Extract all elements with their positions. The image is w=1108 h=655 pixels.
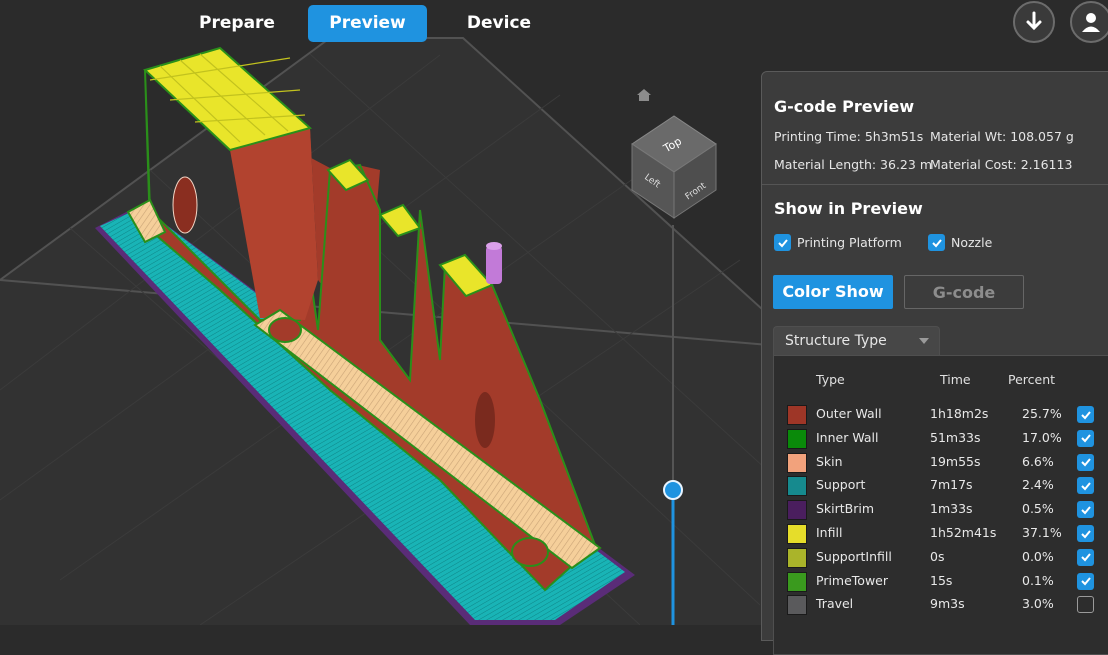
table-row: Travel 9m3s 3.0% [774, 593, 1108, 617]
structure-table: Type Time Percent Outer Wall 1h18m2s 25.7%… [773, 355, 1108, 655]
row-type: Travel [816, 596, 854, 612]
row-type: Inner Wall [816, 429, 879, 445]
row-time: 1m33s [930, 501, 973, 517]
table-row: SupportInfill 0s 0.0% [774, 546, 1108, 570]
material-weight: Material Wt: 108.057 g [930, 129, 1074, 144]
table-row: Inner Wall 51m33s 17.0% [774, 427, 1108, 451]
check-icon [1080, 482, 1091, 491]
row-type: SupportInfill [816, 548, 892, 564]
chevron-down-icon [919, 338, 929, 344]
layer-slider-handle[interactable] [663, 480, 683, 500]
panel-title: G-code Preview [774, 97, 915, 116]
download-button[interactable] [1013, 1, 1055, 43]
divider [762, 184, 1108, 185]
color-swatch [787, 500, 807, 521]
download-icon [1026, 11, 1042, 31]
material-cost: Material Cost: 2.16113 [930, 157, 1073, 172]
row-type: Infill [816, 525, 843, 540]
row-percent: 17.0% [1022, 429, 1062, 445]
table-row: PrimeTower 15s 0.1% [774, 570, 1108, 594]
row-time: 15s [930, 572, 953, 588]
row-time: 1h52m41s [930, 525, 997, 540]
check-icon [777, 238, 788, 247]
row-percent: 0.0% [1022, 548, 1054, 564]
row-visibility-checkbox[interactable] [1077, 548, 1094, 566]
color-show-button[interactable]: Color Show [773, 275, 893, 309]
color-swatch [787, 452, 807, 473]
row-time: 51m33s [930, 429, 981, 445]
tab-device[interactable]: Device [448, 5, 550, 42]
gcode-button[interactable]: G-code [904, 275, 1024, 309]
material-length: Material Length: 36.23 m [774, 157, 932, 172]
row-percent: 3.0% [1022, 596, 1054, 612]
table-row: SkirtBrim 1m33s 0.5% [774, 498, 1108, 522]
tab-preview[interactable]: Preview [308, 5, 427, 42]
row-type: SkirtBrim [816, 501, 875, 517]
check-icon [1080, 553, 1091, 562]
row-percent: 0.5% [1022, 501, 1054, 517]
printing-time: Printing Time: 5h3m51s [774, 129, 924, 144]
header-type: Type [816, 372, 845, 387]
nozzle [486, 242, 502, 284]
check-icon [1080, 410, 1091, 419]
user-button[interactable] [1070, 1, 1108, 43]
row-percent: 0.1% [1022, 572, 1054, 588]
view-cube[interactable]: Top Left Front [630, 114, 718, 226]
printing-platform-checkbox[interactable] [774, 234, 791, 251]
table-row: Outer Wall 1h18m2s 25.7% [774, 403, 1108, 427]
printing-platform-label: Printing Platform [797, 235, 902, 250]
dropdown-label: Structure Type [785, 333, 887, 349]
check-icon [1080, 506, 1091, 515]
row-percent: 25.7% [1022, 406, 1062, 421]
check-icon [1080, 529, 1091, 538]
check-icon [1080, 434, 1091, 443]
color-swatch [787, 547, 807, 568]
show-in-preview-title: Show in Preview [774, 199, 923, 218]
user-icon [1082, 13, 1100, 32]
check-icon [1080, 577, 1091, 586]
table-row: Support 7m17s 2.4% [774, 474, 1108, 498]
row-visibility-checkbox[interactable] [1077, 429, 1094, 447]
home-icon[interactable] [636, 88, 652, 102]
row-time: 1h18m2s [930, 406, 989, 421]
check-icon [931, 238, 942, 247]
row-percent: 6.6% [1022, 453, 1054, 469]
row-time: 7m17s [930, 477, 973, 493]
row-time: 0s [930, 548, 945, 564]
row-visibility-checkbox[interactable] [1077, 501, 1094, 519]
row-type: Skin [816, 453, 843, 469]
row-type: Outer Wall [816, 406, 882, 421]
row-time: 9m3s [930, 596, 965, 612]
row-visibility-checkbox[interactable] [1077, 406, 1094, 423]
nozzle-checkbox[interactable] [928, 234, 945, 251]
tab-prepare[interactable]: Prepare [188, 5, 286, 42]
table-row: Skin 19m55s 6.6% [774, 451, 1108, 475]
row-type: PrimeTower [816, 572, 889, 588]
row-type: Support [816, 477, 866, 493]
row-time: 19m55s [930, 453, 981, 469]
row-visibility-checkbox[interactable] [1077, 477, 1094, 495]
row-percent: 37.1% [1022, 525, 1062, 540]
color-swatch [787, 524, 807, 544]
row-visibility-checkbox[interactable] [1077, 453, 1094, 471]
color-swatch [787, 428, 807, 449]
row-visibility-checkbox[interactable] [1077, 596, 1094, 614]
gcode-preview-panel: G-code Preview Printing Time: 5h3m51s Ma… [761, 71, 1108, 655]
nozzle-label: Nozzle [951, 235, 993, 250]
row-visibility-checkbox[interactable] [1077, 525, 1094, 542]
header-percent: Percent [1008, 372, 1056, 387]
color-swatch [787, 595, 807, 616]
header-time: Time [940, 372, 971, 387]
table-row: Infill 1h52m41s 37.1% [774, 522, 1108, 546]
row-percent: 2.4% [1022, 477, 1054, 493]
row-visibility-checkbox[interactable] [1077, 572, 1094, 590]
structure-type-dropdown[interactable]: Structure Type [773, 326, 940, 356]
color-swatch [787, 476, 807, 497]
color-swatch [787, 405, 807, 425]
color-swatch [787, 571, 807, 592]
check-icon [1080, 458, 1091, 467]
